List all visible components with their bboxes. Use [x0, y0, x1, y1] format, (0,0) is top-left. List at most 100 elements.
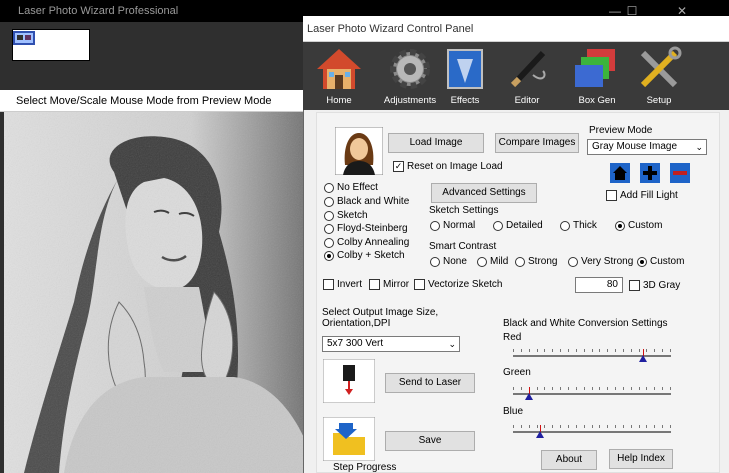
slider-tick	[560, 425, 561, 428]
control-panel-titlebar: Laser Photo Wizard Control Panel	[303, 16, 729, 42]
reset-on-load-checkbox[interactable]: ✓	[393, 161, 404, 172]
invert-checkbox[interactable]	[323, 279, 334, 290]
slider-tick	[537, 349, 538, 352]
red-slider[interactable]	[513, 349, 671, 363]
slider-tick	[584, 387, 585, 390]
about-button[interactable]: About	[541, 450, 597, 470]
slider-tick	[560, 349, 561, 352]
slider-tick	[607, 425, 608, 428]
mirror-checkbox[interactable]	[369, 279, 380, 290]
green-slider[interactable]	[513, 387, 671, 401]
slider-tick	[552, 387, 553, 390]
slider-tick	[584, 349, 585, 352]
slider-tick	[662, 425, 663, 428]
portrait-sketch-image	[4, 112, 316, 473]
zoom-out-icon[interactable]	[670, 163, 690, 183]
effect-radio-colby-annealing[interactable]	[324, 238, 334, 248]
slider-tick	[654, 387, 655, 390]
slider-tick	[615, 387, 616, 390]
send-to-laser-button[interactable]: Send to Laser	[385, 373, 475, 393]
contrast-radio-strong[interactable]	[515, 257, 525, 267]
effect-radio-floyd-steinberg[interactable]	[324, 224, 334, 234]
toolbar-box-gen[interactable]: Box Gen	[565, 42, 629, 110]
advanced-settings-button[interactable]: Advanced Settings	[431, 183, 537, 203]
slider-tick	[576, 425, 577, 428]
sketch-radio-custom[interactable]	[615, 221, 625, 231]
contrast-radio-custom[interactable]	[637, 257, 647, 267]
toolbar-setup[interactable]: Setup	[627, 42, 691, 110]
slider-thumb[interactable]	[639, 355, 647, 362]
effect-label: Floyd-Steinberg	[337, 223, 408, 234]
chevron-down-icon: ⌄	[448, 339, 456, 349]
toolbar: Home Adjustments Effects Editor Box Gen …	[303, 42, 729, 110]
slider-thumb[interactable]	[525, 393, 533, 400]
add-fill-light-checkbox[interactable]	[606, 190, 617, 201]
save-folder-icon	[323, 417, 375, 461]
toolbar-editor[interactable]: Editor	[495, 42, 559, 110]
effect-radio-colby-sketch[interactable]	[324, 251, 334, 261]
effect-radio-sketch[interactable]	[324, 211, 334, 221]
save-button[interactable]: Save	[385, 431, 475, 451]
contrast-radio-none[interactable]	[430, 257, 440, 267]
effect-label: Colby + Sketch	[337, 250, 405, 261]
output-label-line2: Orientation,DPI	[322, 318, 391, 329]
home-mode-icon[interactable]	[610, 163, 630, 183]
slider-tick	[552, 425, 553, 428]
sketch-radio-detailed[interactable]	[493, 221, 503, 231]
effect-label: Sketch	[337, 210, 368, 221]
home-icon	[317, 49, 361, 89]
slider-red-label: Red	[503, 332, 522, 343]
slider-tick	[560, 387, 561, 390]
slider-track	[513, 355, 671, 357]
slider-tick	[568, 349, 569, 352]
contrast-radio-mild[interactable]	[477, 257, 487, 267]
control-panel-title: Laser Photo Wizard Control Panel	[307, 23, 474, 35]
toolbar-editor-label: Editor	[514, 95, 540, 106]
slider-tick	[584, 425, 585, 428]
load-image-button[interactable]: Load Image	[388, 133, 484, 153]
help-index-button[interactable]: Help Index	[609, 449, 673, 469]
slider-tick	[670, 387, 671, 390]
slider-tick	[623, 387, 624, 390]
slider-tick	[623, 425, 624, 428]
sketch-radio-thick[interactable]	[560, 221, 570, 231]
zoom-in-icon[interactable]	[640, 163, 660, 183]
chevron-down-icon: ⌄	[695, 142, 703, 152]
vectorize-label: Vectorize Sketch	[428, 279, 503, 290]
sketch-settings-label: Sketch Settings	[429, 205, 499, 216]
slider-tick	[592, 425, 593, 428]
slider-tick	[646, 349, 647, 352]
toolbar-home[interactable]: Home	[307, 42, 371, 110]
avatar-icon	[335, 127, 383, 175]
3d-gray-checkbox[interactable]	[629, 280, 640, 291]
effect-label: Black and White	[337, 196, 410, 207]
contrast-radio-very-strong[interactable]	[568, 257, 578, 267]
slider-tick	[552, 349, 553, 352]
slider-tick	[529, 425, 530, 428]
output-size-select[interactable]: 5x7 300 Vert ⌄	[322, 336, 460, 352]
toolbar-effects[interactable]: Effects	[433, 42, 497, 110]
compare-images-button[interactable]: Compare Images	[495, 133, 579, 153]
contrast-option-label: None	[443, 256, 467, 267]
slider-tick	[662, 387, 663, 390]
slider-track	[513, 393, 671, 395]
slider-tick	[592, 387, 593, 390]
preview-mode-select[interactable]: Gray Mouse Image ⌄	[587, 139, 707, 155]
blue-slider[interactable]	[513, 425, 671, 439]
sketch-radio-normal[interactable]	[430, 221, 440, 231]
slider-tick	[599, 425, 600, 428]
slider-tick	[513, 425, 514, 428]
toolbar-box-gen-label: Box Gen	[578, 95, 616, 106]
preview-image[interactable]	[4, 112, 316, 473]
contrast-value-input[interactable]: 80	[575, 277, 623, 293]
thumbnail-image-icon[interactable]	[13, 31, 35, 45]
preview-mode-label: Preview Mode	[589, 125, 653, 136]
slider-tick	[544, 349, 545, 352]
step-progress-label: Step Progress	[333, 462, 397, 473]
slider-tick	[670, 425, 671, 428]
effect-radio-no-effect[interactable]	[324, 183, 334, 193]
slider-tick	[654, 425, 655, 428]
slider-thumb[interactable]	[536, 431, 544, 438]
vectorize-checkbox[interactable]	[414, 279, 425, 290]
effect-radio-black-white[interactable]	[324, 197, 334, 207]
